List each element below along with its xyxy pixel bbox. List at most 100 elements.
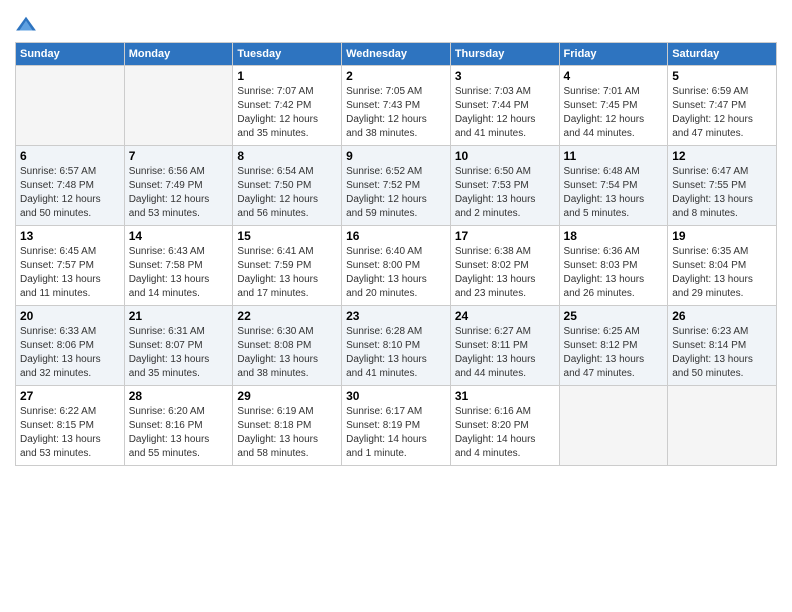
day-info: Sunrise: 6:27 AMSunset: 8:11 PMDaylight:… (455, 325, 555, 381)
day-info: Sunrise: 7:07 AMSunset: 7:42 PMDaylight:… (237, 85, 337, 141)
day-of-week-header: Monday (124, 43, 233, 66)
calendar-cell: 18 Sunrise: 6:36 AMSunset: 8:03 PMDayligh… (559, 226, 668, 306)
day-number: 27 (20, 389, 120, 403)
day-number: 7 (129, 149, 229, 163)
day-number: 19 (672, 229, 772, 243)
calendar-cell (559, 386, 668, 466)
day-info: Sunrise: 6:38 AMSunset: 8:02 PMDaylight:… (455, 245, 555, 301)
calendar-header-row: SundayMondayTuesdayWednesdayThursdayFrid… (16, 43, 777, 66)
day-number: 10 (455, 149, 555, 163)
day-number: 16 (346, 229, 446, 243)
calendar-cell: 1 Sunrise: 7:07 AMSunset: 7:42 PMDaylight… (233, 66, 342, 146)
day-info: Sunrise: 7:03 AMSunset: 7:44 PMDaylight:… (455, 85, 555, 141)
day-number: 13 (20, 229, 120, 243)
calendar-cell: 19 Sunrise: 6:35 AMSunset: 8:04 PMDayligh… (668, 226, 777, 306)
day-info: Sunrise: 7:05 AMSunset: 7:43 PMDaylight:… (346, 85, 446, 141)
day-number: 3 (455, 69, 555, 83)
day-info: Sunrise: 6:19 AMSunset: 8:18 PMDaylight:… (237, 405, 337, 461)
calendar-cell (124, 66, 233, 146)
day-number: 28 (129, 389, 229, 403)
day-number: 26 (672, 309, 772, 323)
calendar-cell: 21 Sunrise: 6:31 AMSunset: 8:07 PMDayligh… (124, 306, 233, 386)
day-of-week-header: Sunday (16, 43, 125, 66)
day-of-week-header: Thursday (450, 43, 559, 66)
day-of-week-header: Friday (559, 43, 668, 66)
calendar-cell: 5 Sunrise: 6:59 AMSunset: 7:47 PMDaylight… (668, 66, 777, 146)
day-number: 25 (564, 309, 664, 323)
calendar-week-row: 6Sunrise: 6:57 AMSunset: 7:48 PMDaylight… (16, 146, 777, 226)
day-number: 29 (237, 389, 337, 403)
logo (15, 14, 41, 36)
day-of-week-header: Wednesday (342, 43, 451, 66)
day-info: Sunrise: 6:33 AMSunset: 8:06 PMDaylight:… (20, 325, 120, 381)
day-info: Sunrise: 6:20 AMSunset: 8:16 PMDaylight:… (129, 405, 229, 461)
calendar-cell: 6Sunrise: 6:57 AMSunset: 7:48 PMDaylight… (16, 146, 125, 226)
calendar-table: SundayMondayTuesdayWednesdayThursdayFrid… (15, 42, 777, 466)
day-info: Sunrise: 6:47 AMSunset: 7:55 PMDaylight:… (672, 165, 772, 221)
calendar-cell (668, 386, 777, 466)
day-number: 15 (237, 229, 337, 243)
day-number: 21 (129, 309, 229, 323)
day-info: Sunrise: 6:59 AMSunset: 7:47 PMDaylight:… (672, 85, 772, 141)
calendar-week-row: 27 Sunrise: 6:22 AMSunset: 8:15 PMDayligh… (16, 386, 777, 466)
day-info: Sunrise: 6:52 AMSunset: 7:52 PMDaylight:… (346, 165, 446, 221)
calendar-cell: 30Sunrise: 6:17 AMSunset: 8:19 PMDayligh… (342, 386, 451, 466)
calendar-cell (16, 66, 125, 146)
day-number: 20 (20, 309, 120, 323)
day-info: Sunrise: 7:01 AMSunset: 7:45 PMDaylight:… (564, 85, 664, 141)
calendar-cell: 20 Sunrise: 6:33 AMSunset: 8:06 PMDayligh… (16, 306, 125, 386)
day-number: 4 (564, 69, 664, 83)
calendar-cell: 2 Sunrise: 7:05 AMSunset: 7:43 PMDaylight… (342, 66, 451, 146)
day-info: Sunrise: 6:40 AMSunset: 8:00 PMDaylight:… (346, 245, 446, 301)
calendar-cell: 12Sunrise: 6:47 AMSunset: 7:55 PMDayligh… (668, 146, 777, 226)
calendar-cell: 4 Sunrise: 7:01 AMSunset: 7:45 PMDaylight… (559, 66, 668, 146)
day-info: Sunrise: 6:16 AMSunset: 8:20 PMDaylight:… (455, 405, 555, 461)
calendar-week-row: 20 Sunrise: 6:33 AMSunset: 8:06 PMDayligh… (16, 306, 777, 386)
calendar-cell: 25 Sunrise: 6:25 AMSunset: 8:12 PMDayligh… (559, 306, 668, 386)
calendar-week-row: 13 Sunrise: 6:45 AMSunset: 7:57 PMDayligh… (16, 226, 777, 306)
calendar-cell: 15 Sunrise: 6:41 AMSunset: 7:59 PMDayligh… (233, 226, 342, 306)
day-number: 30 (346, 389, 446, 403)
day-number: 1 (237, 69, 337, 83)
day-number: 9 (346, 149, 446, 163)
calendar-cell: 31 Sunrise: 6:16 AMSunset: 8:20 PMDayligh… (450, 386, 559, 466)
calendar-cell: 10Sunrise: 6:50 AMSunset: 7:53 PMDayligh… (450, 146, 559, 226)
day-of-week-header: Tuesday (233, 43, 342, 66)
day-info: Sunrise: 6:43 AMSunset: 7:58 PMDaylight:… (129, 245, 229, 301)
page: SundayMondayTuesdayWednesdayThursdayFrid… (0, 0, 792, 612)
calendar-cell: 27 Sunrise: 6:22 AMSunset: 8:15 PMDayligh… (16, 386, 125, 466)
logo-icon (15, 14, 37, 36)
day-info: Sunrise: 6:41 AMSunset: 7:59 PMDaylight:… (237, 245, 337, 301)
calendar-cell: 28 Sunrise: 6:20 AMSunset: 8:16 PMDayligh… (124, 386, 233, 466)
calendar-cell: 9 Sunrise: 6:52 AMSunset: 7:52 PMDaylight… (342, 146, 451, 226)
day-info: Sunrise: 6:54 AMSunset: 7:50 PMDaylight:… (237, 165, 337, 221)
calendar-cell: 14 Sunrise: 6:43 AMSunset: 7:58 PMDayligh… (124, 226, 233, 306)
day-info: Sunrise: 6:31 AMSunset: 8:07 PMDaylight:… (129, 325, 229, 381)
calendar-cell: 22 Sunrise: 6:30 AMSunset: 8:08 PMDayligh… (233, 306, 342, 386)
day-info: Sunrise: 6:22 AMSunset: 8:15 PMDaylight:… (20, 405, 120, 461)
day-info: Sunrise: 6:45 AMSunset: 7:57 PMDaylight:… (20, 245, 120, 301)
day-number: 2 (346, 69, 446, 83)
day-info: Sunrise: 6:25 AMSunset: 8:12 PMDaylight:… (564, 325, 664, 381)
calendar-week-row: 1 Sunrise: 7:07 AMSunset: 7:42 PMDaylight… (16, 66, 777, 146)
day-number: 24 (455, 309, 555, 323)
header (15, 10, 777, 36)
calendar-cell: 7 Sunrise: 6:56 AMSunset: 7:49 PMDaylight… (124, 146, 233, 226)
day-info: Sunrise: 6:36 AMSunset: 8:03 PMDaylight:… (564, 245, 664, 301)
day-number: 18 (564, 229, 664, 243)
day-number: 22 (237, 309, 337, 323)
day-info: Sunrise: 6:28 AMSunset: 8:10 PMDaylight:… (346, 325, 446, 381)
calendar-cell: 24 Sunrise: 6:27 AMSunset: 8:11 PMDayligh… (450, 306, 559, 386)
day-number: 5 (672, 69, 772, 83)
day-number: 31 (455, 389, 555, 403)
calendar-cell: 8Sunrise: 6:54 AMSunset: 7:50 PMDaylight… (233, 146, 342, 226)
day-number: 6 (20, 149, 120, 163)
day-info: Sunrise: 6:35 AMSunset: 8:04 PMDaylight:… (672, 245, 772, 301)
day-info: Sunrise: 6:56 AMSunset: 7:49 PMDaylight:… (129, 165, 229, 221)
day-number: 14 (129, 229, 229, 243)
calendar-cell: 13 Sunrise: 6:45 AMSunset: 7:57 PMDayligh… (16, 226, 125, 306)
day-info: Sunrise: 6:30 AMSunset: 8:08 PMDaylight:… (237, 325, 337, 381)
calendar-cell: 29 Sunrise: 6:19 AMSunset: 8:18 PMDayligh… (233, 386, 342, 466)
calendar-cell: 11Sunrise: 6:48 AMSunset: 7:54 PMDayligh… (559, 146, 668, 226)
day-info: Sunrise: 6:23 AMSunset: 8:14 PMDaylight:… (672, 325, 772, 381)
